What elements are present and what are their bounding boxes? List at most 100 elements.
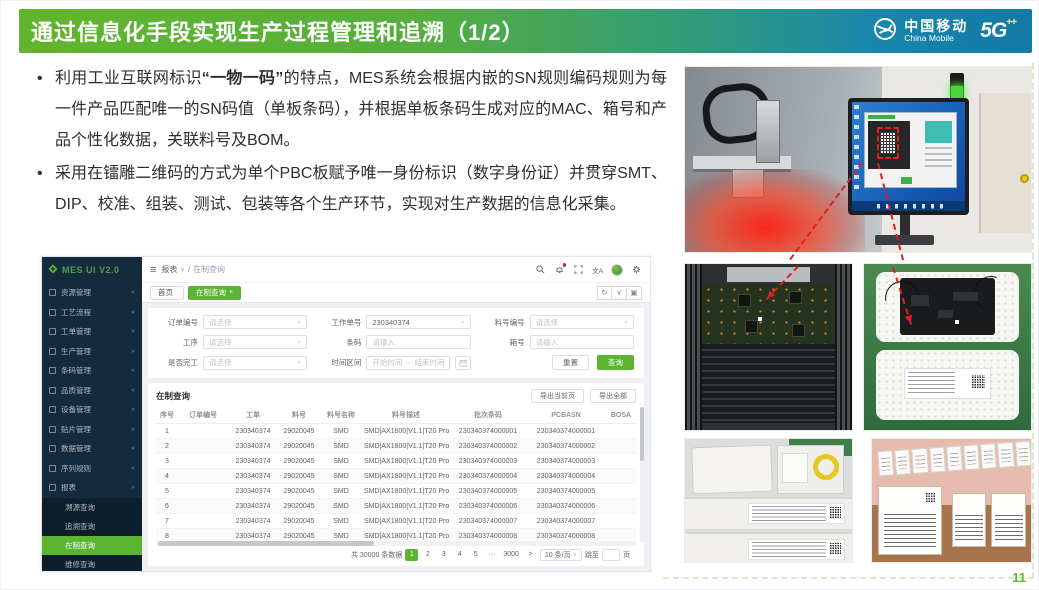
sidebar-menu-item[interactable]: 数据管理 ∨ xyxy=(42,439,142,459)
sidebar-submenu-item[interactable]: 追溯查询 xyxy=(42,517,142,536)
bullet-dot: • xyxy=(37,63,43,94)
photo-pcb-rack xyxy=(684,263,853,431)
sidebar-menu-item[interactable]: 报表 ∧ xyxy=(42,478,142,498)
sidebar-menu-item[interactable]: 生产管理 ∨ xyxy=(42,342,142,362)
search-icon[interactable] xyxy=(535,264,546,275)
process-select[interactable]: 请选择 ∨ xyxy=(203,335,307,349)
reset-button[interactable]: 重置 xyxy=(552,355,589,370)
avatar[interactable] xyxy=(611,264,623,276)
finished-select[interactable]: 请选择 ∨ xyxy=(203,356,307,370)
box-no-input[interactable]: 请输入 xyxy=(530,335,634,349)
chevron-down-icon: ∨ xyxy=(180,266,184,273)
product-label xyxy=(904,368,990,399)
qr-code xyxy=(971,375,985,389)
horizontal-scrollbar-thumb[interactable] xyxy=(158,541,374,546)
red-laser-glow xyxy=(685,169,865,252)
page-button[interactable]: 3 xyxy=(437,549,450,561)
mes-logo-icon xyxy=(48,261,58,279)
table-row[interactable]: 4230340374 29020045SMDSMD|AX1800|V1.1|T2… xyxy=(156,469,636,484)
menu-item-icon xyxy=(49,426,56,433)
close-icon[interactable]: × xyxy=(229,287,233,299)
sidebar-menu-item[interactable]: 设备管理 ∨ xyxy=(42,400,142,420)
sidebar-menu-item[interactable]: 贴片管理 ∨ xyxy=(42,420,142,440)
bell-icon[interactable] xyxy=(554,264,565,275)
tabs-collapse-icon[interactable]: ∨ xyxy=(612,286,627,300)
vertical-scrollbar[interactable] xyxy=(640,407,644,542)
refresh-icon[interactable]: ↻ xyxy=(597,286,612,300)
sidebar-menu-item[interactable]: 条码管理 ∨ xyxy=(42,361,142,381)
menu-item-icon xyxy=(49,328,56,335)
menu-item-icon xyxy=(49,445,56,452)
chevron-icon: ∨ xyxy=(131,368,135,374)
time-range-input[interactable]: 开始时间 → 结束时间 xyxy=(366,356,449,370)
barcode-input[interactable]: 请输入 xyxy=(366,335,470,349)
export-current-page-button[interactable]: 导出当前页 xyxy=(531,389,584,403)
desktop-icons xyxy=(854,105,859,192)
table-row[interactable]: 2230340374 29020045SMDSMD|AX1800|V1.1|T2… xyxy=(156,439,636,454)
label-strip xyxy=(878,441,1032,476)
page-size-select[interactable]: 10 条/页 ∨ xyxy=(540,549,582,561)
pagination-total: 共 30000 条数据 xyxy=(351,550,402,560)
vertical-scrollbar-thumb[interactable] xyxy=(640,407,644,461)
label-sheet xyxy=(952,493,987,547)
table-row[interactable]: 7230340374 29020045SMDSMD|AX1800|V1.1|T2… xyxy=(156,514,636,529)
photo-router-assembly xyxy=(863,263,1032,431)
next-page-button[interactable]: > xyxy=(524,549,537,561)
translate-icon[interactable]: 文A xyxy=(592,264,603,275)
sidebar-menu-item[interactable]: 工艺流程 ∨ xyxy=(42,303,142,323)
layout-icon[interactable]: ▣ xyxy=(627,286,642,300)
sidebar-submenu-item[interactable]: 溯源查询 xyxy=(42,498,142,517)
fullscreen-icon[interactable] xyxy=(573,264,584,275)
page-button[interactable]: 4 xyxy=(453,549,466,561)
box-label xyxy=(748,539,845,560)
router-bottom-shell xyxy=(876,350,1020,420)
tab[interactable]: 在制查询 × xyxy=(188,286,241,300)
mes-screenshot-window: MES UI V2.0 资源管理 ∨ 工艺流程 ∨ 工单管理 ∨ 生产管理 ∨ … xyxy=(41,256,651,572)
hamburger-icon[interactable]: ≡ xyxy=(150,264,156,276)
page-button[interactable]: 3000 xyxy=(501,549,521,561)
jump-page-input[interactable] xyxy=(602,549,620,561)
chevron-icon: ∨ xyxy=(131,465,135,471)
camera-view xyxy=(868,121,910,170)
chevron-icon: ∨ xyxy=(131,329,135,335)
table-row[interactable]: 3230340374 29020045SMDSMD|AX1800|V1.1|T2… xyxy=(156,454,636,469)
china-mobile-en: China Mobile xyxy=(904,34,968,43)
horizontal-scrollbar[interactable] xyxy=(156,541,636,546)
chevron-icon: ∨ xyxy=(131,387,135,393)
sidebar-menu-item[interactable]: 序列规则 ∨ xyxy=(42,459,142,479)
table-row[interactable]: 6230340374 29020045SMDSMD|AX1800|V1.1|T2… xyxy=(156,499,636,514)
chevron-icon: ∨ xyxy=(131,426,135,432)
sidebar-submenu-item[interactable]: 维修查询 xyxy=(42,555,142,572)
work-order-label: 工作单号 xyxy=(321,317,361,328)
qr-code xyxy=(925,492,936,503)
sidebar-menu-item[interactable]: 品质管理 ∨ xyxy=(42,381,142,401)
table-row[interactable]: 1230340374 29020045SMDSMD|AX1800|V1.1|T2… xyxy=(156,424,636,439)
part-no-select[interactable]: 请选择 ∨ xyxy=(530,315,634,329)
calendar-icon[interactable] xyxy=(455,356,471,370)
export-all-button[interactable]: 导出全部 xyxy=(590,389,636,403)
sidebar-submenu-item[interactable]: 在制查询 xyxy=(42,536,142,555)
query-button[interactable]: 查询 xyxy=(597,355,634,370)
page-button[interactable]: 2 xyxy=(421,549,434,561)
gear-icon[interactable] xyxy=(631,264,642,275)
label-sheet xyxy=(991,493,1026,547)
chevron-icon: ∨ xyxy=(131,348,135,354)
tab[interactable]: 首页 xyxy=(150,286,184,300)
table-card: 在制查询 导出当前页 导出全部 序号订单编号工单料号料号名称料号描述批次条码PC… xyxy=(148,383,644,566)
router-pcb xyxy=(900,278,995,335)
work-order-select[interactable]: 230340374 ∨ xyxy=(366,315,470,329)
order-no-select[interactable]: 请选择 ∨ xyxy=(203,315,307,329)
mes-tabbar: 首页 在制查询 × ↻ ∨ ▣ xyxy=(142,282,650,303)
sidebar-menu-item[interactable]: 资源管理 ∨ xyxy=(42,283,142,303)
table-row[interactable]: 5230340374 29020045SMDSMD|AX1800|V1.1|T2… xyxy=(156,484,636,499)
page-button[interactable]: ··· xyxy=(485,549,498,561)
sidebar-menu-item[interactable]: 工单管理 ∨ xyxy=(42,322,142,342)
page-button[interactable]: 1 xyxy=(405,549,418,561)
qr-code xyxy=(829,543,841,555)
box-no-label: 箱号 xyxy=(485,337,525,348)
page-button[interactable]: 5 xyxy=(469,549,482,561)
barcode-label: 条码 xyxy=(321,337,361,348)
device-lid xyxy=(691,445,773,495)
menu-item-icon xyxy=(49,484,56,491)
notification-dot xyxy=(563,263,567,267)
